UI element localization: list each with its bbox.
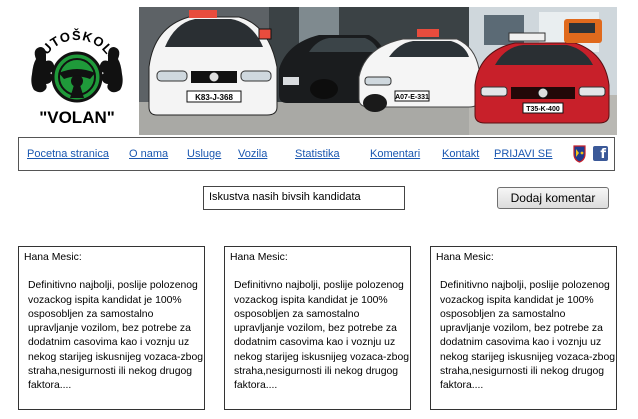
comment-author: Hana Mesic: (230, 252, 288, 263)
nav-link-o-nama[interactable]: O nama (129, 148, 168, 160)
nav-link-prijavi-se[interactable]: PRIJAVI SE (494, 148, 552, 160)
comment-text: Definitivno najbolji, poslije polozenog … (234, 280, 410, 392)
facebook-icon[interactable]: f (593, 146, 608, 161)
nav-link-statistika[interactable]: Statistika (295, 148, 340, 160)
logo-graphic: AUTOŠKOLA "VOLAN" (31, 28, 123, 127)
comment-author: Hana Mesic: (436, 252, 494, 263)
plate-3: T35-K-400 (526, 106, 560, 113)
comment-author: Hana Mesic: (24, 252, 82, 263)
comment-card: Hana Mesic: Definitivno najbolji, poslij… (430, 246, 617, 410)
comment-card: Hana Mesic: Definitivno najbolji, poslij… (18, 246, 205, 410)
plate-1: K83-J-368 (195, 93, 233, 102)
nav-link-pocetna-stranica[interactable]: Pocetna stranica (27, 148, 109, 160)
nav-link-usluge[interactable]: Usluge (187, 148, 221, 160)
comment-text: Definitivno najbolji, poslije polozenog … (28, 280, 204, 392)
nav-link-komentari[interactable]: Komentari (370, 148, 420, 160)
header-cars-photo: K83-J-368 A07-E-331 T35-K-400 (139, 7, 617, 135)
comment-text: Definitivno najbolji, poslije polozenog … (440, 280, 616, 392)
comment-card: Hana Mesic: Definitivno najbolji, poslij… (224, 246, 411, 410)
add-comment-button[interactable]: Dodaj komentar (497, 187, 609, 209)
autoskola-volan-logo[interactable]: AUTOŠKOLA "VOLAN" (18, 7, 136, 135)
coat-of-arms-icon[interactable] (573, 145, 586, 163)
logo-bottom-text: "VOLAN" (39, 108, 115, 127)
nav-link-vozila[interactable]: Vozila (238, 148, 267, 160)
nav-link-kontakt[interactable]: Kontakt (442, 148, 479, 160)
cars-illustration: K83-J-368 A07-E-331 T35-K-400 (139, 7, 617, 135)
section-title: Iskustva nasih bivsih kandidata (203, 186, 405, 210)
plate-2: A07-E-331 (395, 94, 429, 101)
main-navigation: Pocetna stranica O nama Usluge Vozila St… (18, 137, 615, 171)
header: AUTOŠKOLA "VOLAN" (18, 7, 617, 135)
